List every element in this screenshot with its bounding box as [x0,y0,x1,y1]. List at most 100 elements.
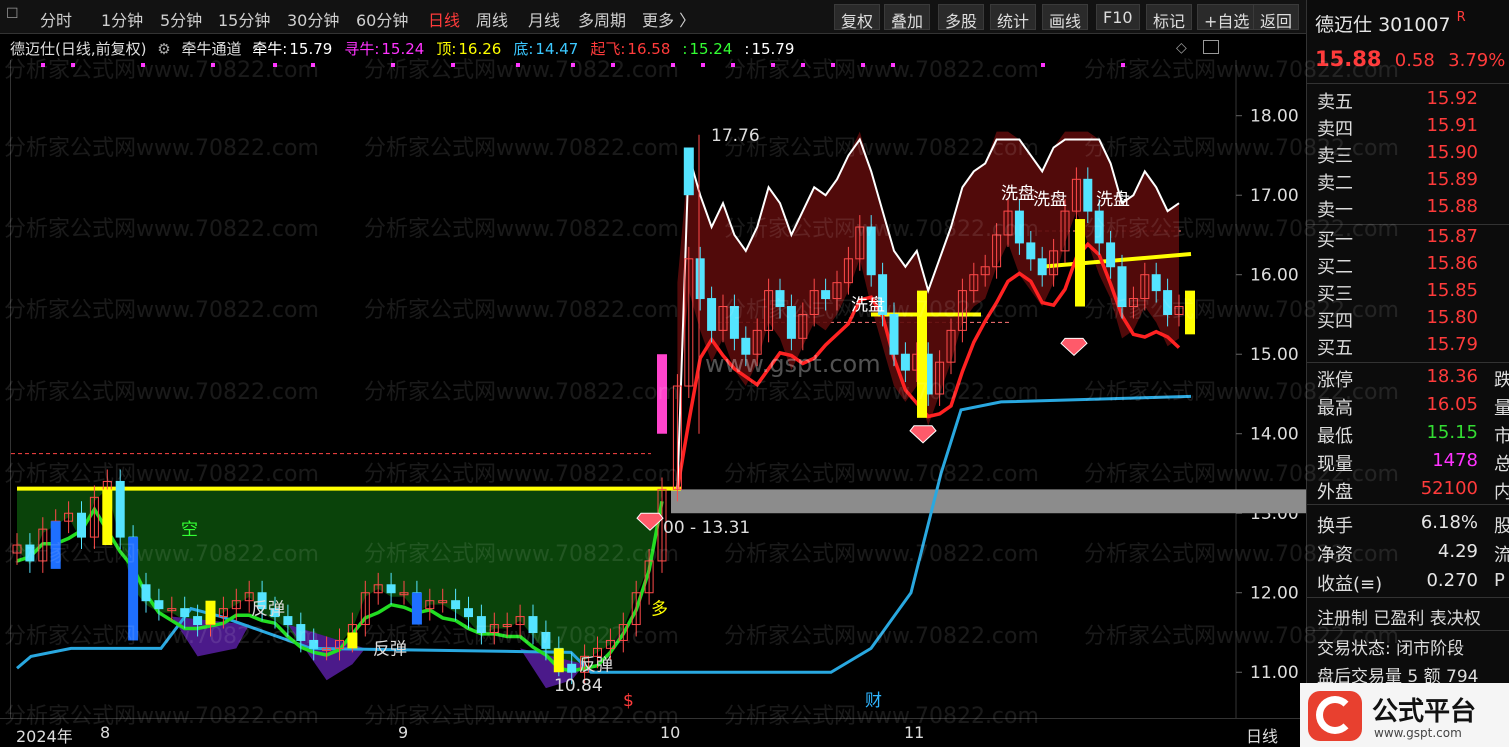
bid-row: 买一 15.87 [1307,224,1509,251]
highlight-bar [50,521,61,569]
legend-label: : [744,40,750,58]
y-tick-label: 11.00 [1250,663,1299,683]
row-label: 涨停 [1317,370,1353,391]
candle-body [1037,258,1047,276]
candle-body [115,480,125,538]
row-value: 52100 [1420,478,1478,499]
multi-stock-button[interactable]: 多股 [938,4,985,31]
period-tab-4[interactable]: 30分钟 [287,7,339,31]
row-label: 卖三 [1317,146,1353,167]
candle-body [386,584,396,594]
logo-url: www.gspt.com [1374,726,1462,740]
stats-button[interactable]: 统计 [990,4,1037,31]
signal-dot [701,63,705,67]
stat-row: 外盘 52100 内 [1307,476,1509,503]
stat-row: 换手 6.18% 股 [1307,510,1509,537]
draw-line-button[interactable]: 画线 [1042,4,1089,31]
row-value: 0.270 [1426,570,1478,591]
highlight-bar [1185,290,1195,335]
candlestick-chart[interactable]: 18.0017.0016.0015.0014.0013.0012.0011.00… [11,60,1406,720]
legend-item: :15.79 [744,40,800,58]
candle-body [77,512,86,538]
row-value: 15.88 [1426,196,1478,217]
diamond-marker [909,425,937,444]
row-label: 买一 [1317,230,1353,251]
candle-body [1094,210,1104,244]
bid-row: 买四 15.80 [1307,305,1509,332]
highlight-bar [205,600,216,625]
period-tab-8[interactable]: 月线 [528,7,560,31]
chart-annotation: 财 [865,691,882,711]
candle-body [900,353,910,371]
signal-dot [211,63,215,67]
ask-row: 卖一 15.88 [1307,194,1509,221]
row-label: 买二 [1317,257,1353,278]
indicator-name[interactable]: 牵牛通道 [182,40,242,58]
x-tick-label: 8 [100,723,111,742]
row-tail: 跌 [1494,366,1509,392]
diamond-icon[interactable]: ◇ [1176,40,1187,56]
signal-dot [611,63,615,67]
highlight-bar [553,648,564,673]
back-button[interactable]: 返回 [1253,4,1300,31]
row-value: 18.36 [1426,366,1478,387]
period-tab-10[interactable]: 更多 〉 [642,7,695,31]
period-tab-5[interactable]: 60分钟 [356,7,408,31]
period-tab-6[interactable]: 日线 [428,7,460,31]
bid-row: 买五 15.79 [1307,332,1509,359]
chart-area[interactable]: 18.00 17.00 16.00 15.00 14.00 13.00 12.00 11.00… [10,60,1406,720]
candle-body [451,600,461,610]
row-value: 6.18% [1420,512,1478,533]
mark-button[interactable]: 标记 [1146,4,1193,31]
candle-body [25,544,35,562]
settings-icon[interactable]: ⚙ [157,40,170,58]
highlight-bar [657,354,667,434]
overlay-button[interactable]: 叠加 [884,4,931,31]
chart-annotation: 反弹 [579,655,613,675]
row-value: 15.79 [1426,334,1478,355]
legend-item: 底: 14.47 [513,40,584,58]
period-tab-1[interactable]: 1分钟 [101,7,143,31]
bid-row: 买三 15.85 [1307,278,1509,305]
restore-right-button[interactable]: 复权 [834,4,881,31]
row-tail: P [1494,570,1505,591]
signal-dot [71,63,75,67]
row-tail: 内 [1494,478,1509,504]
candle-body [541,631,551,649]
candle-body [821,290,831,300]
signal-dot [41,63,45,67]
y-tick-label: 14.00 [1250,425,1299,445]
f10-button[interactable]: F10 [1096,4,1140,30]
menu-icon[interactable]: ☐ [6,6,19,22]
row-label: 外盘 [1317,482,1353,503]
candle-body [180,608,190,618]
support-band [671,489,1406,514]
signal-dot [273,63,277,67]
row-value: 15.92 [1426,88,1478,109]
period-toolbar: ☐ 分时 1分钟 5分钟 15分钟 30分钟 60分钟 日线 周线 月线 多周期… [0,0,1306,34]
chart-title: 德迈仕(日线,前复权) [10,40,147,58]
site-logo: 公式平台 www.gspt.com [1300,683,1509,747]
row-label: 净资 [1317,545,1353,566]
period-tab-0[interactable]: 分时 [40,7,72,31]
row-tail: 量 [1494,394,1509,420]
period-tab-9[interactable]: 多周期 [578,7,626,31]
legend-value: 15.24 [381,40,425,58]
signal-dot [141,63,145,67]
chart-annotation: 反弹 [373,639,407,659]
signal-dot [571,63,575,67]
add-favorite-button[interactable]: +自选 [1197,4,1257,31]
signal-dot [891,63,895,67]
candle-body [889,313,899,355]
row-label: 最低 [1317,426,1353,447]
logo-g-mark [1316,696,1354,734]
candle-body [695,258,705,300]
ask-row: 卖三 15.90 [1307,140,1509,167]
candle-body [567,663,577,673]
candle-body [1163,290,1173,315]
period-tab-7[interactable]: 周线 [476,7,508,31]
row-label: 买四 [1317,311,1353,332]
period-tab-3[interactable]: 15分钟 [218,7,270,31]
panel-toggle-icon[interactable] [1203,40,1219,54]
period-tab-2[interactable]: 5分钟 [160,7,202,31]
